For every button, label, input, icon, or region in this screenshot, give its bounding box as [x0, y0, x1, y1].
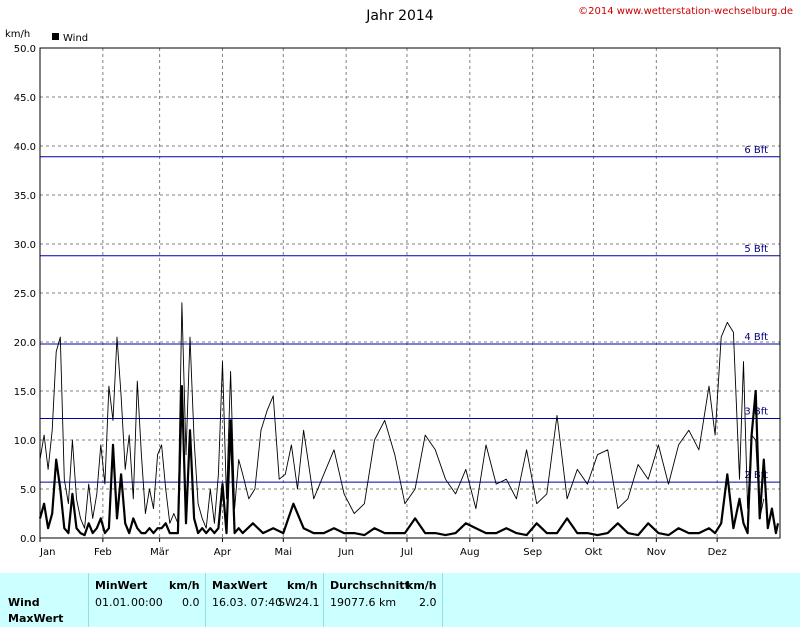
beaufort-label: 4 Bft: [744, 332, 768, 343]
stats-divider: [88, 573, 89, 627]
series-line-wind: [38, 385, 780, 537]
y-tick-label: 50.0: [14, 44, 36, 55]
avg-distance: 19077.6 km: [330, 596, 397, 609]
x-tick-label: Jun: [337, 547, 354, 558]
x-tick-label: Sep: [523, 547, 542, 558]
max-value: 24.1: [295, 596, 320, 609]
min-date: 01.01.: [95, 596, 130, 609]
y-tick-label: 45.0: [14, 93, 36, 104]
min-time: 00:00: [131, 596, 163, 609]
series-line-maxwert: [39, 302, 765, 529]
y-tick-label: 0.0: [20, 534, 36, 545]
x-tick-label: Dez: [708, 547, 727, 558]
max-header: MaxWert: [212, 579, 268, 592]
max-datetime: 16.03. 07:40: [212, 596, 283, 609]
max-unit-header: km/h: [287, 579, 318, 592]
y-tick-label: 5.0: [20, 485, 36, 496]
grid: [40, 47, 780, 539]
stats-divider: [323, 573, 324, 627]
y-axis-ticks: 0.0 5.0 10.0 15.0 20.0 25.0 30.0 35.0 40.0 45.0 50…: [14, 44, 36, 545]
beaufort-label: 6 Bft: [744, 145, 768, 156]
stats-divider: [442, 573, 443, 627]
y-tick-label: 40.0: [14, 142, 36, 153]
avg-unit-header: km/h: [406, 579, 437, 592]
y-tick-label: 10.0: [14, 436, 36, 447]
avg-value: 2.0: [419, 596, 437, 609]
statistics-panel: MinWert km/h MaxWert km/h Durchschnitt k…: [0, 573, 800, 627]
legend-label-wind: Wind: [63, 33, 88, 44]
min-value: 0.0: [182, 596, 200, 609]
row-label-maxwert: MaxWert: [8, 612, 64, 625]
beaufort-label: 5 Bft: [744, 244, 768, 255]
row-label-wind: Wind: [8, 596, 40, 609]
wind-year-chart: Jahr 2014 ©2014 www.wetterstation-wechse…: [5, 6, 793, 558]
x-tick-label: Mär: [150, 547, 170, 558]
y-tick-label: 25.0: [14, 289, 36, 300]
min-unit-header: km/h: [169, 579, 200, 592]
legend: Wind: [52, 33, 88, 44]
y-tick-label: 15.0: [14, 387, 36, 398]
x-tick-label: Jan: [39, 547, 55, 558]
max-direction: SW: [278, 596, 296, 609]
y-tick-label: 35.0: [14, 191, 36, 202]
series-lines: [38, 302, 780, 537]
x-tick-label: Nov: [647, 547, 667, 558]
copyright-text: ©2014 www.wetterstation-wechselburg.de: [578, 6, 793, 17]
stats-divider: [205, 573, 206, 627]
legend-swatch-wind: [52, 33, 59, 40]
avg-header: Durchschnitt: [330, 579, 410, 592]
x-tick-label: Feb: [94, 547, 112, 558]
y-tick-label: 20.0: [14, 338, 36, 349]
x-axis-ticks: Jan Feb Mär Apr Mai Jun Jul Aug Sep Okt Nov Dez: [39, 538, 727, 558]
x-tick-label: Aug: [460, 547, 480, 558]
x-tick-label: Mai: [275, 547, 293, 558]
x-tick-label: Jul: [400, 547, 413, 558]
y-axis-unit: km/h: [5, 29, 30, 40]
min-header: MinWert: [95, 579, 148, 592]
chart-title: Jahr 2014: [365, 8, 434, 24]
x-tick-label: Apr: [214, 547, 232, 558]
x-tick-label: Okt: [585, 547, 603, 558]
y-tick-label: 30.0: [14, 240, 36, 251]
